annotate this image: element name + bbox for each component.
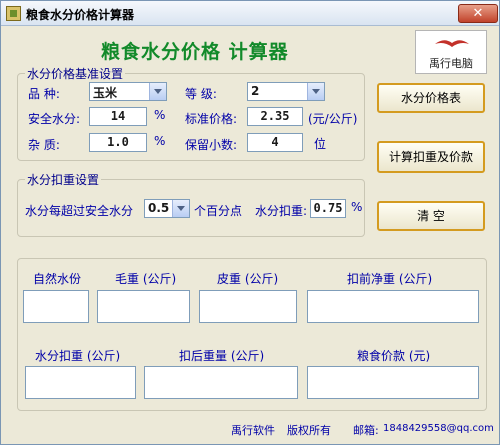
tare-weight-box[interactable] bbox=[199, 290, 297, 323]
weight-after-box[interactable] bbox=[144, 366, 298, 399]
deduct-settings-legend: 水分扣重设置 bbox=[25, 171, 102, 188]
grade-label: 等 级: bbox=[185, 87, 217, 101]
app-icon bbox=[6, 6, 21, 21]
variety-label: 品 种: bbox=[28, 87, 60, 101]
exceed-select[interactable]: 0.5 bbox=[144, 199, 190, 218]
footer-email: 1848429558@qq.com bbox=[383, 423, 494, 434]
decimals-field[interactable]: 4 bbox=[247, 133, 303, 152]
gross-weight-box[interactable] bbox=[97, 290, 190, 323]
grade-value: 2 bbox=[251, 84, 260, 98]
calculate-button[interactable]: 计算扣重及价款 bbox=[377, 141, 485, 173]
standard-price-unit: (元/公斤) bbox=[308, 112, 358, 126]
natural-moisture-label: 自然水份 bbox=[33, 272, 82, 286]
tare-weight-label: 皮重 (公斤) bbox=[217, 272, 279, 286]
footer-company: 禹行软件 bbox=[231, 424, 275, 437]
title-bar: 粮食水分价格计算器 ✕ bbox=[1, 1, 499, 26]
price-table-button[interactable]: 水分价格表 bbox=[377, 83, 485, 113]
close-button[interactable]: ✕ bbox=[458, 4, 498, 23]
standard-price-label: 标准价格: bbox=[185, 112, 238, 126]
safe-moisture-unit: % bbox=[154, 108, 166, 122]
weight-after-label: 扣后重量 (公斤) bbox=[179, 349, 265, 363]
variety-value: 玉米 bbox=[93, 86, 118, 100]
deduct-unit: % bbox=[351, 200, 363, 214]
bird-icon bbox=[435, 40, 469, 47]
app-window: 粮食水分价格计算器 ✕ 粮食水分价格 计算器 禹行电脑 水分价格基准设置 品 种… bbox=[0, 0, 500, 445]
decimals-label: 保留小数: bbox=[185, 138, 238, 152]
chevron-down-icon[interactable] bbox=[149, 83, 166, 100]
main-title: 粮食水分价格 计算器 bbox=[101, 41, 289, 63]
deduct-label: 水分扣重: bbox=[255, 204, 308, 218]
impurity-field[interactable]: 1.0 bbox=[89, 133, 147, 152]
grain-payment-label: 粮食价款 (元) bbox=[357, 349, 431, 363]
clear-button[interactable]: 清 空 bbox=[377, 201, 485, 231]
window-title: 粮食水分价格计算器 bbox=[26, 8, 135, 22]
exceed-unit: 个百分点 bbox=[194, 204, 243, 218]
logo-text: 禹行电脑 bbox=[429, 57, 473, 70]
impurity-unit: % bbox=[154, 134, 166, 148]
chevron-down-icon[interactable] bbox=[307, 83, 324, 100]
base-settings-legend: 水分价格基准设置 bbox=[25, 65, 126, 82]
safe-moisture-field[interactable]: 14 bbox=[89, 107, 147, 126]
deduct-field[interactable]: 0.75 bbox=[310, 199, 346, 218]
chevron-down-icon[interactable] bbox=[172, 200, 189, 217]
net-before-box[interactable] bbox=[307, 290, 479, 323]
exceed-label: 水分每超过安全水分 bbox=[25, 204, 134, 218]
safe-moisture-label: 安全水分: bbox=[28, 112, 81, 126]
variety-select[interactable]: 玉米 bbox=[89, 82, 167, 101]
grade-select[interactable]: 2 bbox=[247, 82, 325, 101]
net-before-label: 扣前净重 (公斤) bbox=[347, 272, 433, 286]
grain-payment-box[interactable] bbox=[307, 366, 479, 399]
exceed-value: 0.5 bbox=[148, 201, 170, 215]
footer-copyright: 版权所有 bbox=[287, 424, 331, 437]
decimals-unit: 位 bbox=[314, 137, 327, 151]
footer-email-label: 邮箱: bbox=[353, 424, 379, 437]
natural-moisture-box[interactable] bbox=[23, 290, 89, 323]
moisture-deduct-box[interactable] bbox=[25, 366, 136, 399]
gross-weight-label: 毛重 (公斤) bbox=[115, 272, 177, 286]
standard-price-field[interactable]: 2.35 bbox=[247, 107, 303, 126]
moisture-deduct-label: 水分扣重 (公斤) bbox=[35, 349, 121, 363]
impurity-label: 杂 质: bbox=[28, 138, 60, 152]
logo: 禹行电脑 bbox=[415, 30, 487, 74]
